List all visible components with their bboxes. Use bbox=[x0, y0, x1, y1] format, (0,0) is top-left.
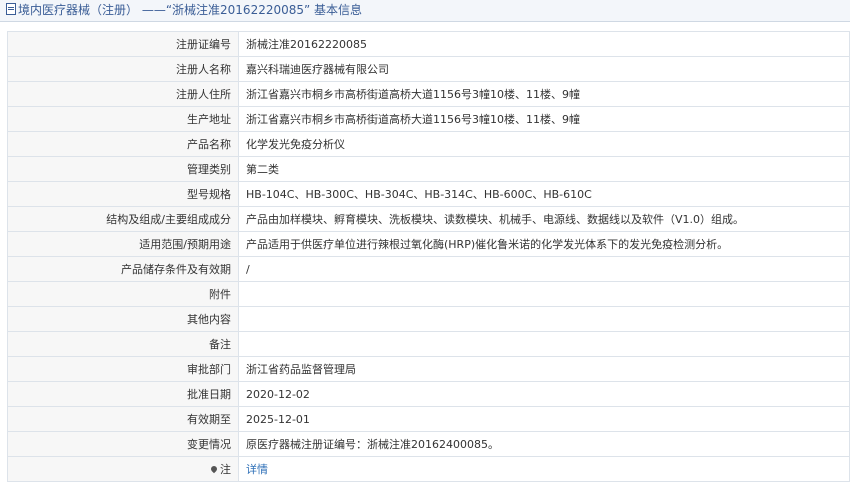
row-label-valid-until: 有效期至 bbox=[7, 406, 239, 432]
page-header: 境内医疗器械（注册） ——“浙械注准20162220085” 基本信息 bbox=[0, 0, 850, 22]
table-row: 变更情况 原医疗器械注册证编号：浙械注准20162400085。 bbox=[7, 431, 850, 457]
table-row: 审批部门 浙江省药品监督管理局 bbox=[7, 356, 850, 382]
table-row: 产品名称 化学发光免疫分析仪 bbox=[7, 131, 850, 157]
row-value-note: 详情 bbox=[238, 456, 850, 482]
row-value-registrant-name: 嘉兴科瑞迪医疗器械有限公司 bbox=[238, 56, 850, 82]
table-row: 批准日期 2020-12-02 bbox=[7, 381, 850, 407]
row-label-remarks: 备注 bbox=[7, 331, 239, 357]
table-row: 注册人名称 嘉兴科瑞迪医疗器械有限公司 bbox=[7, 56, 850, 82]
table-row: 适用范围/预期用途 产品适用于供医疗单位进行辣根过氧化酶(HRP)催化鲁米诺的化… bbox=[7, 231, 850, 257]
row-value-other-content bbox=[238, 306, 850, 332]
row-label-registrant-address: 注册人住所 bbox=[7, 81, 239, 107]
row-label-attachment: 附件 bbox=[7, 281, 239, 307]
row-label-intended-use: 适用范围/预期用途 bbox=[7, 231, 239, 257]
row-label-change-history: 变更情况 bbox=[7, 431, 239, 457]
row-value-product-name: 化学发光免疫分析仪 bbox=[238, 131, 850, 157]
table-row: 注册证编号 浙械注准20162220085 bbox=[7, 31, 850, 57]
registration-detail-table: 注册证编号 浙械注准20162220085 注册人名称 嘉兴科瑞迪医疗器械有限公… bbox=[7, 31, 850, 482]
row-value-model-spec: HB-104C、HB-300C、HB-304C、HB-314C、HB-600C、… bbox=[238, 181, 850, 207]
row-value-storage-validity: / bbox=[238, 256, 850, 282]
row-label-approval-dept: 审批部门 bbox=[7, 356, 239, 382]
table-row: 结构及组成/主要组成成分 产品由加样模块、孵育模块、洗板模块、读数模块、机械手、… bbox=[7, 206, 850, 232]
row-label-approval-date: 批准日期 bbox=[7, 381, 239, 407]
row-label-note: 注 bbox=[7, 456, 239, 482]
table-row: 型号规格 HB-104C、HB-300C、HB-304C、HB-314C、HB-… bbox=[7, 181, 850, 207]
table-row: 备注 bbox=[7, 331, 850, 357]
row-value-structure-composition: 产品由加样模块、孵育模块、洗板模块、读数模块、机械手、电源线、数据线以及软件（V… bbox=[238, 206, 850, 232]
row-label-management-category: 管理类别 bbox=[7, 156, 239, 182]
table-row: 生产地址 浙江省嘉兴市桐乡市高桥街道高桥大道1156号3幢10楼、11楼、9幢 bbox=[7, 106, 850, 132]
row-value-valid-until: 2025-12-01 bbox=[238, 406, 850, 432]
table-row: 产品储存条件及有效期 / bbox=[7, 256, 850, 282]
row-value-registrant-address: 浙江省嘉兴市桐乡市高桥街道高桥大道1156号3幢10楼、11楼、9幢 bbox=[238, 81, 850, 107]
table-row: 有效期至 2025-12-01 bbox=[7, 406, 850, 432]
table-row: 附件 bbox=[7, 281, 850, 307]
row-value-cert-number: 浙械注准20162220085 bbox=[238, 31, 850, 57]
row-value-production-address: 浙江省嘉兴市桐乡市高桥街道高桥大道1156号3幢10楼、11楼、9幢 bbox=[238, 106, 850, 132]
row-label-storage-validity: 产品储存条件及有效期 bbox=[7, 256, 239, 282]
row-label-production-address: 生产地址 bbox=[7, 106, 239, 132]
row-value-remarks bbox=[238, 331, 850, 357]
row-label-model-spec: 型号规格 bbox=[7, 181, 239, 207]
row-label-cert-number: 注册证编号 bbox=[7, 31, 239, 57]
row-value-approval-date: 2020-12-02 bbox=[238, 381, 850, 407]
table-row: 管理类别 第二类 bbox=[7, 156, 850, 182]
row-label-structure-composition: 结构及组成/主要组成成分 bbox=[7, 206, 239, 232]
pin-icon bbox=[209, 464, 219, 474]
table-row: 注 详情 bbox=[7, 456, 850, 482]
row-label-product-name: 产品名称 bbox=[7, 131, 239, 157]
row-label-registrant-name: 注册人名称 bbox=[7, 56, 239, 82]
row-value-change-history: 原医疗器械注册证编号：浙械注准20162400085。 bbox=[238, 431, 850, 457]
row-value-attachment bbox=[238, 281, 850, 307]
page-title: 境内医疗器械（注册） ——“浙械注准20162220085” 基本信息 bbox=[18, 3, 363, 17]
table-row: 其他内容 bbox=[7, 306, 850, 332]
table-row: 注册人住所 浙江省嘉兴市桐乡市高桥街道高桥大道1156号3幢10楼、11楼、9幢 bbox=[7, 81, 850, 107]
row-label-other-content: 其他内容 bbox=[7, 306, 239, 332]
document-icon bbox=[6, 3, 16, 15]
row-value-intended-use: 产品适用于供医疗单位进行辣根过氧化酶(HRP)催化鲁米诺的化学发光体系下的发光免… bbox=[238, 231, 850, 257]
row-value-approval-dept: 浙江省药品监督管理局 bbox=[238, 356, 850, 382]
row-value-management-category: 第二类 bbox=[238, 156, 850, 182]
note-label: 注 bbox=[220, 463, 231, 476]
details-link[interactable]: 详情 bbox=[246, 463, 268, 476]
